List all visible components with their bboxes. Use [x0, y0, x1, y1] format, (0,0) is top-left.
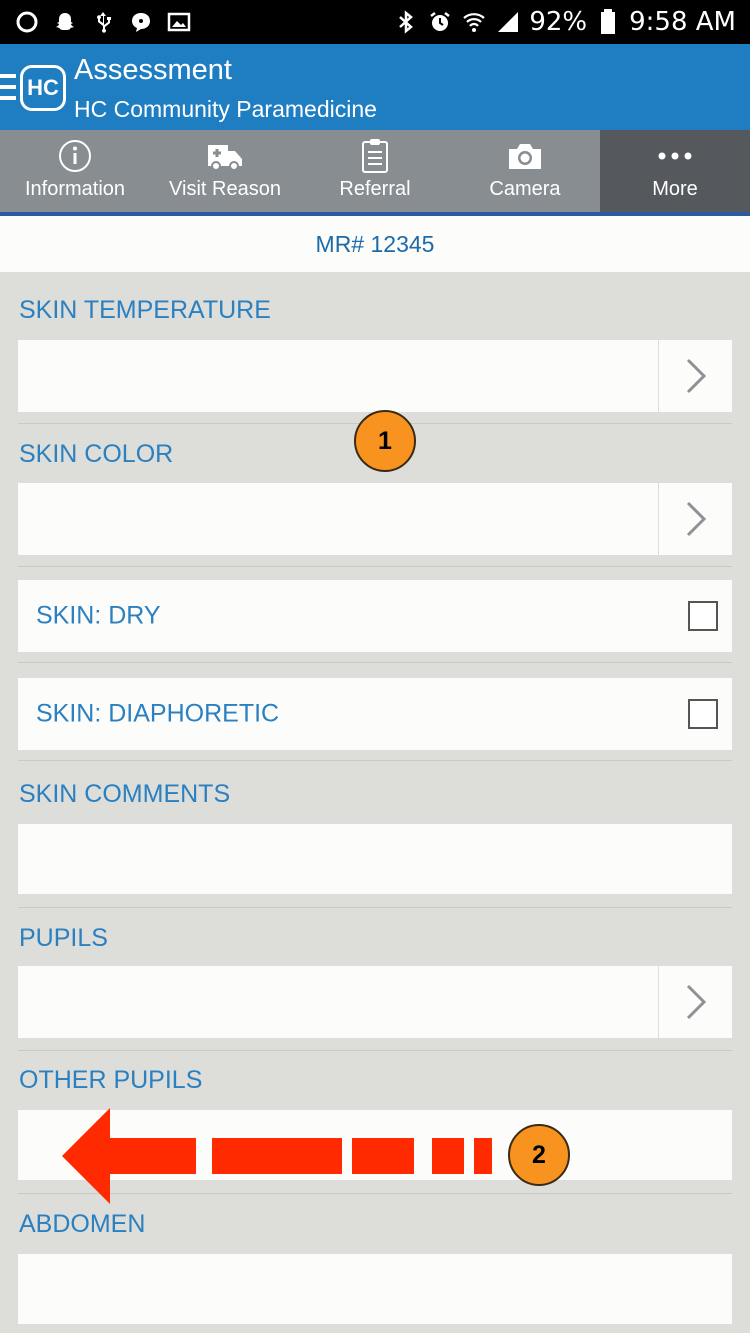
callout-badge-2: 2: [508, 1124, 570, 1186]
status-icons-left: [14, 9, 192, 35]
callout-badge-1: 1: [354, 410, 416, 472]
tab-label: Referral: [339, 178, 411, 200]
tab-label: Camera: [489, 178, 561, 200]
skin-color-label: SKIN COLOR: [19, 440, 174, 468]
alarm-icon: [427, 9, 453, 35]
status-time: 9:58 AM: [629, 7, 736, 37]
tab-label: More: [652, 178, 698, 200]
battery-percent: 92%: [529, 7, 588, 37]
chevron-right-icon[interactable]: [658, 966, 732, 1038]
app-screen: 92% 9:58 AM HC Assessment HC Community P…: [0, 0, 750, 1333]
tab-information[interactable]: Information: [0, 130, 150, 212]
skin-diaphoretic-row[interactable]: SKIN: DIAPHORETIC: [18, 678, 732, 750]
app-header: HC Assessment HC Community Paramedicine: [0, 44, 750, 130]
skin-comments-label: SKIN COMMENTS: [19, 780, 231, 808]
skin-dry-row[interactable]: SKIN: DRY: [18, 580, 732, 652]
hamburger-menu-icon[interactable]: [0, 74, 16, 100]
swipe-left-arrow-icon: [62, 1108, 502, 1204]
abdomen-label: ABDOMEN: [19, 1210, 146, 1238]
skin-diaphoretic-checkbox[interactable]: [688, 699, 718, 729]
skin-temperature-select[interactable]: [18, 340, 732, 412]
image-icon: [166, 9, 192, 35]
more-icon: [657, 134, 693, 178]
status-bar: 92% 9:58 AM: [0, 0, 750, 44]
ambulance-icon: [206, 134, 244, 178]
pupils-label: PUPILS: [19, 924, 108, 952]
wifi-icon: [461, 9, 487, 35]
circle-icon: [14, 9, 40, 35]
tab-visit-reason[interactable]: Visit Reason: [150, 130, 300, 212]
tab-more[interactable]: More: [600, 130, 750, 212]
divider: [18, 566, 732, 567]
divider: [18, 1050, 732, 1051]
chevron-right-icon[interactable]: [658, 340, 732, 412]
skin-temperature-label: SKIN TEMPERATURE: [19, 296, 271, 324]
skin-dry-label: SKIN: DRY: [36, 601, 161, 630]
skin-dry-checkbox[interactable]: [688, 601, 718, 631]
status-icons-right: 92% 9:58 AM: [393, 7, 736, 37]
abdomen-input[interactable]: [18, 1254, 732, 1324]
page-subtitle: HC Community Paramedicine: [74, 96, 377, 122]
pupils-select[interactable]: [18, 966, 732, 1038]
bluetooth-icon: [393, 9, 419, 35]
page-title: Assessment: [74, 54, 232, 86]
clipboard-icon: [361, 134, 389, 178]
tab-referral[interactable]: Referral: [300, 130, 450, 212]
chevron-right-icon[interactable]: [658, 483, 732, 555]
snapchat-icon: [52, 9, 78, 35]
medical-record-number: MR# 12345: [0, 216, 750, 272]
battery-icon: [595, 9, 621, 35]
info-icon: [58, 134, 92, 178]
tab-label: Information: [24, 178, 126, 200]
hc-logo: HC: [20, 65, 66, 111]
tab-bar: Information Visit Reason Referral Camera…: [0, 130, 750, 216]
signal-icon: [495, 9, 521, 35]
usb-icon: [90, 9, 116, 35]
other-pupils-label: OTHER PUPILS: [19, 1066, 203, 1094]
camera-icon: [507, 134, 543, 178]
skin-comments-input[interactable]: [18, 824, 732, 894]
message-icon: [128, 9, 154, 35]
tab-camera[interactable]: Camera: [450, 130, 600, 212]
divider: [18, 760, 732, 761]
divider: [18, 907, 732, 908]
tab-label: Visit Reason: [169, 178, 281, 200]
skin-color-select[interactable]: [18, 483, 732, 555]
divider: [18, 662, 732, 663]
skin-diaphoretic-label: SKIN: DIAPHORETIC: [36, 699, 280, 728]
